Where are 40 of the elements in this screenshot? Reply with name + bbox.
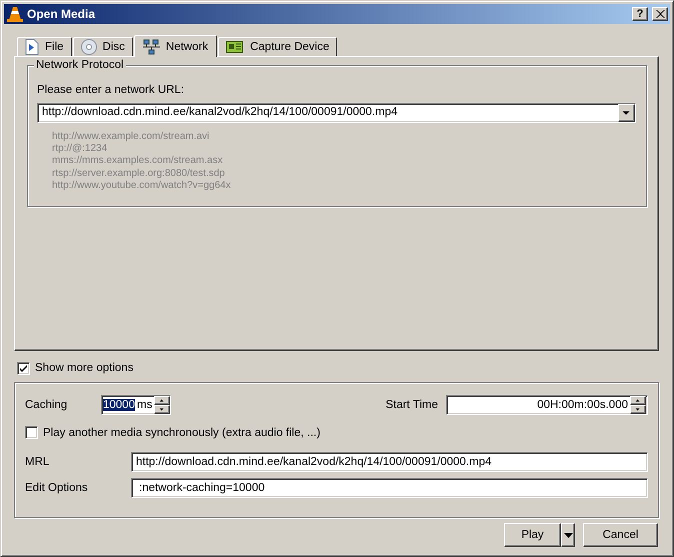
tab[interactable]: File	[17, 37, 72, 56]
spin-down-icon[interactable]	[630, 405, 646, 414]
mrl-label: MRL	[25, 456, 50, 468]
url-combobox[interactable]: http://download.cdn.mind.ee/kanal2vod/k2hq/14/100/00091/0000.mp4	[37, 103, 636, 123]
spin-down-icon[interactable]	[154, 405, 170, 414]
close-button[interactable]	[652, 7, 668, 21]
spin-up-icon[interactable]	[630, 396, 646, 405]
example-url: mms://mms.examples.com/stream.asx	[52, 155, 224, 168]
mrl-field[interactable]: http://download.cdn.mind.ee/kanal2vod/k2hq/14/100/00091/0000.mp4	[131, 452, 648, 472]
caret-icon[interactable]	[564, 533, 572, 538]
edit-options-field[interactable]: :network-caching=10000	[131, 478, 648, 498]
edit-options-label: Edit Options	[25, 482, 89, 494]
spin-up-icon[interactable]	[154, 396, 170, 405]
checkmark-icon	[19, 364, 28, 372]
caching-label: Caching	[25, 399, 68, 411]
tab[interactable]: Network	[134, 35, 218, 57]
tab[interactable]: Disc	[72, 37, 133, 56]
window-title: Open Media	[27, 7, 96, 21]
checkbox[interactable]	[25, 426, 38, 439]
start-time-spinbox[interactable]: 00H:00m:00s.000	[446, 395, 648, 415]
sync-media-label: Play another media synchronously (extra audio file, ...)	[43, 426, 320, 438]
url-prompt: Please enter a network URL:	[37, 84, 186, 96]
capture-card-icon	[226, 40, 244, 54]
example-url: rtp://@:1234	[52, 143, 108, 156]
play-menu-button[interactable]	[561, 523, 575, 547]
traffic-cone-icon	[7, 6, 23, 22]
caching-spinbox[interactable]: 10000 ms	[101, 395, 171, 415]
close-icon[interactable]	[656, 10, 664, 18]
help-button[interactable]: ?	[632, 7, 648, 21]
example-url: http://www.example.com/stream.avi	[52, 131, 210, 144]
tab[interactable]: Capture Device	[218, 37, 338, 56]
example-url: rtsp://server.example.org:8080/test.sdp	[52, 168, 226, 180]
start-time-label: Start Time	[386, 399, 438, 411]
checkbox[interactable]	[17, 362, 30, 374]
group-title: Network Protocol	[34, 59, 126, 71]
example-url: http://www.youtube.com/watch?v=gg64x	[52, 180, 232, 192]
cancel-button[interactable]: Cancel	[583, 523, 658, 547]
play-button[interactable]: Play	[504, 523, 561, 547]
network-icon	[142, 38, 160, 54]
show-more-options-label: Show more options	[35, 362, 134, 374]
